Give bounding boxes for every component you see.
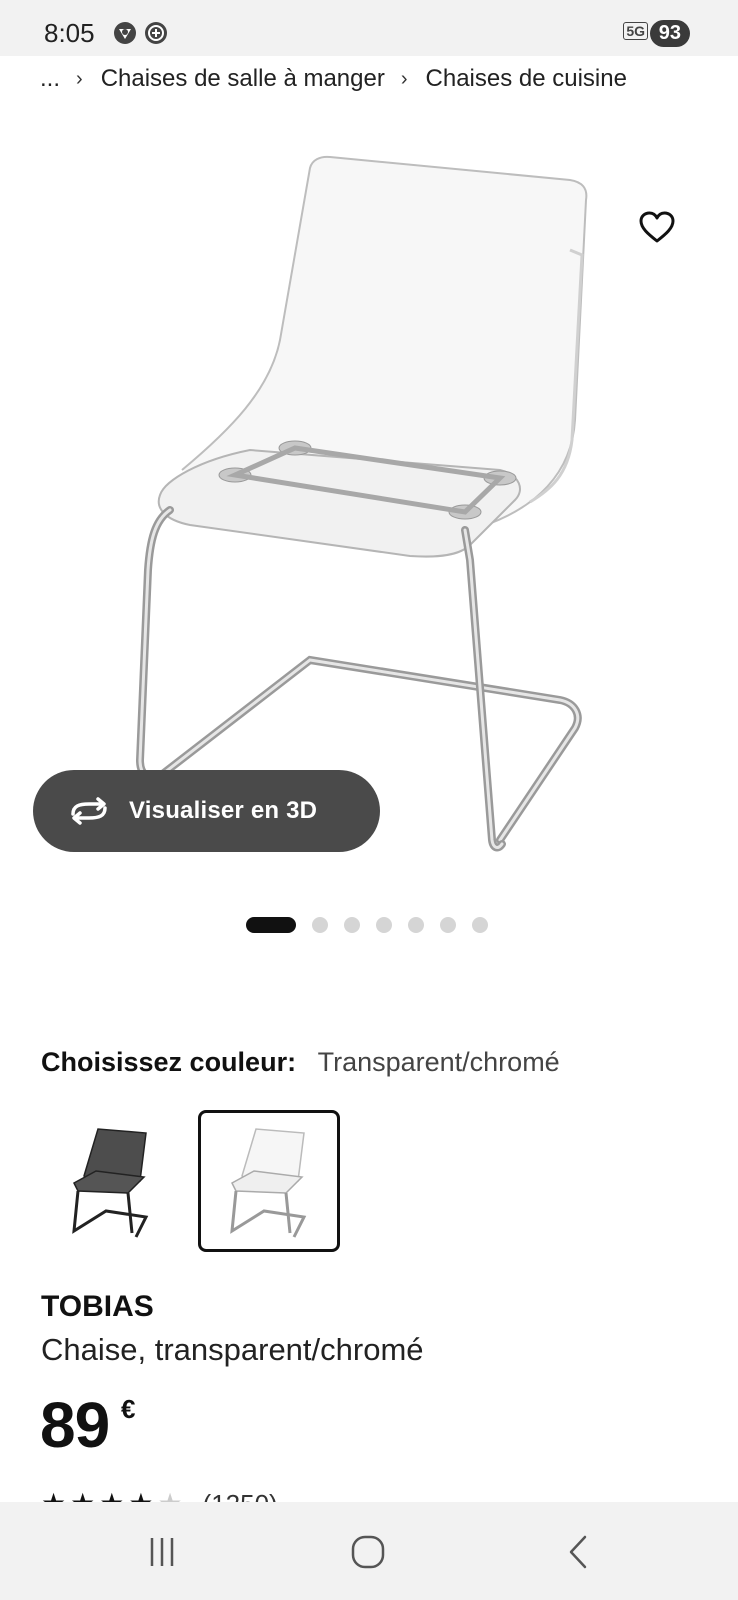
battery-level: 93	[649, 20, 690, 47]
heart-icon	[639, 211, 675, 243]
product-name: TOBIAS	[41, 1290, 154, 1323]
rotate-3d-icon	[71, 797, 107, 825]
carousel-dot[interactable]	[440, 917, 456, 933]
carousel-dot[interactable]	[246, 917, 296, 933]
rating-count: (1250)	[203, 1490, 278, 1502]
view-in-3d-button[interactable]: Visualiser en 3D	[33, 770, 380, 852]
view-in-3d-label: Visualiser en 3D	[129, 797, 318, 824]
product-rating[interactable]: ★ ★ ★ ★ ★ (1250)	[41, 1490, 278, 1502]
rating-stars: ★ ★ ★ ★ ★	[41, 1490, 183, 1502]
carousel-dot[interactable]	[312, 917, 328, 933]
transparent-chair-thumbnail	[230, 1128, 307, 1238]
star-icon: ★	[99, 1490, 124, 1502]
product-price: 89	[40, 1389, 110, 1461]
color-swatch-transparent[interactable]	[198, 1110, 340, 1252]
status-bar: 8:05 5G 93	[0, 0, 738, 56]
carousel-dot[interactable]	[408, 917, 424, 933]
star-icon: ★	[128, 1490, 153, 1502]
home-icon	[351, 1535, 385, 1569]
star-icon: ★	[70, 1490, 95, 1502]
navigation-app-icon	[114, 22, 136, 44]
carousel-dots	[246, 917, 488, 933]
color-chooser-row: Choisissez couleur: Transparent/chromé	[41, 1047, 560, 1078]
back-icon	[569, 1535, 587, 1569]
chevron-right-icon: ›	[76, 67, 83, 90]
price-currency: €	[121, 1394, 136, 1424]
breadcrumb-ellipsis[interactable]: ...	[40, 65, 60, 93]
favorite-button[interactable]	[634, 204, 680, 250]
grey-chair-thumbnail	[72, 1128, 149, 1238]
status-time: 8:05	[44, 18, 95, 48]
star-empty-icon: ★	[157, 1490, 182, 1502]
product-image[interactable]	[120, 140, 620, 880]
carousel-dot[interactable]	[472, 917, 488, 933]
system-nav-bar	[0, 1502, 738, 1600]
home-button[interactable]	[346, 1530, 390, 1574]
chevron-right-icon: ›	[400, 67, 408, 90]
back-button[interactable]	[556, 1530, 600, 1574]
carousel-dot[interactable]	[376, 917, 392, 933]
color-swatch-grey[interactable]	[40, 1110, 182, 1252]
star-icon: ★	[41, 1490, 66, 1502]
product-description: Chaise, transparent/chromé	[41, 1332, 424, 1367]
carousel-dot[interactable]	[344, 917, 360, 933]
color-chooser-value: Transparent/chromé	[317, 1047, 560, 1077]
breadcrumb-item-dining-chairs[interactable]: Chaises de salle à manger	[101, 65, 385, 93]
color-chooser-label: Choisissez couleur:	[41, 1047, 297, 1077]
recent-apps-icon	[150, 1538, 174, 1566]
breadcrumb-item-kitchen-chairs[interactable]: Chaises de cuisine	[426, 65, 627, 93]
network-type-label: 5G	[623, 22, 648, 40]
recent-apps-button[interactable]	[140, 1530, 184, 1574]
app-notification-icon	[145, 22, 167, 44]
breadcrumb: ... › Chaises de salle à manger › Chaise…	[40, 62, 627, 96]
